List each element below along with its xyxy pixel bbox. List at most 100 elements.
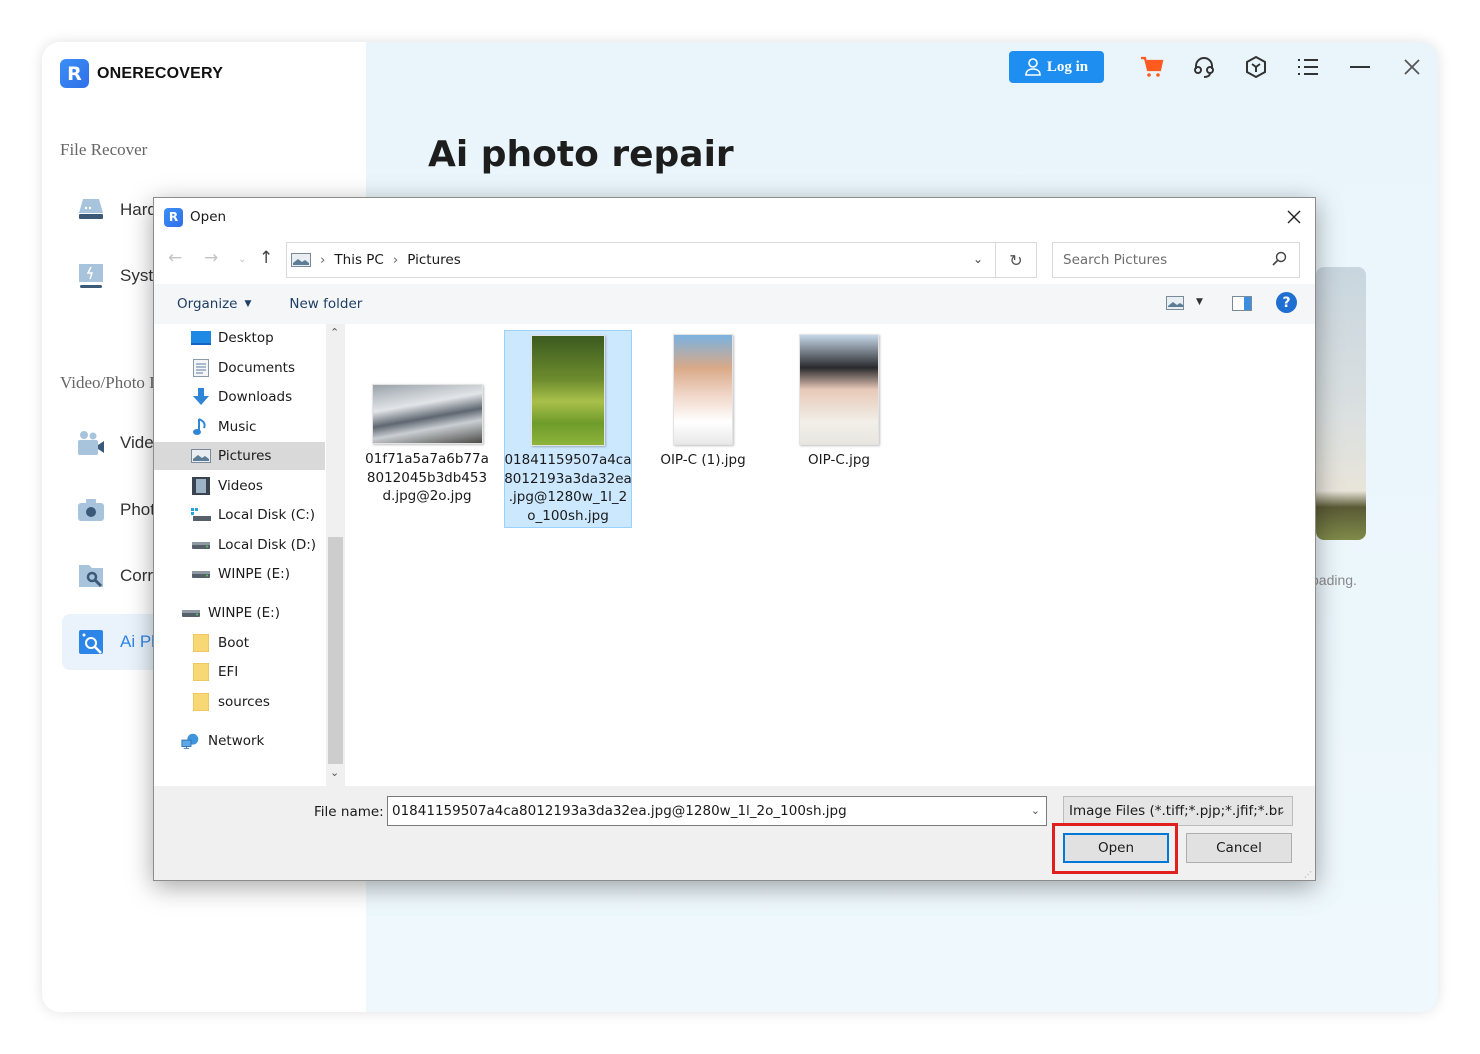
view-dropdown-icon[interactable]: ▼ — [1196, 297, 1203, 307]
tree-item-winpe-e[interactable]: WINPE (E:) — [191, 560, 290, 588]
file-name-label: File name: — [314, 804, 384, 820]
tree-item-desktop[interactable]: Desktop — [191, 324, 274, 352]
login-button[interactable]: Log in — [1009, 51, 1104, 83]
resize-grip-icon[interactable]: ⋰ — [1304, 870, 1312, 879]
navigation-tree: Desktop Documents Downloads Music Pictures Vi… — [154, 324, 345, 786]
close-icon[interactable] — [1386, 50, 1438, 84]
tree-item-local-disk-d[interactable]: Local Disk (D:) — [191, 531, 316, 559]
refresh-button[interactable]: ↻ — [996, 242, 1037, 278]
file-name-line: o_100sh.jpg — [527, 507, 609, 524]
minimize-icon[interactable] — [1334, 50, 1386, 84]
close-icon — [1287, 210, 1301, 224]
tree-item-documents[interactable]: Documents — [191, 354, 295, 382]
tree-scrollbar[interactable]: ⌃ ⌄ — [326, 324, 345, 786]
file-item-selected[interactable]: 01841159507a4ca 8012193a3da32ea .jpg@128… — [504, 330, 632, 528]
drive-icon — [191, 569, 211, 579]
back-arrow-icon[interactable]: ← — [168, 248, 182, 268]
cart-icon[interactable] — [1126, 50, 1178, 84]
file-name: 01841159507a4ca 8012193a3da32ea .jpg@128… — [504, 451, 632, 525]
file-list: 01f71a5a7a6b77a 8012045b3db453 d.jpg@2o.… — [345, 324, 1315, 786]
pictures-icon — [191, 449, 211, 463]
change-view-button[interactable] — [1166, 296, 1184, 314]
drive-icon — [181, 608, 201, 618]
file-type-dropdown-icon: ⌄ — [1276, 804, 1286, 817]
preview-pane-button[interactable] — [1232, 296, 1252, 315]
sidebar-item-label: Syst — [120, 266, 154, 285]
file-item[interactable]: OIP-C.jpg — [775, 334, 903, 470]
tree-item-label: sources — [218, 694, 270, 710]
view-icon — [1166, 296, 1184, 310]
address-dropdown-icon[interactable]: ⌄ — [973, 252, 983, 266]
scrollbar-thumb[interactable] — [328, 537, 343, 764]
user-icon — [1025, 58, 1041, 76]
file-name: 01f71a5a7a6b77a 8012045b3db453 d.jpg@2o.… — [365, 450, 489, 506]
file-thumbnail — [371, 384, 483, 444]
dropdown-arrow-icon: ▼ — [244, 299, 252, 309]
scroll-up-icon[interactable]: ⌃ — [330, 326, 339, 339]
file-thumbnail — [799, 334, 879, 445]
dialog-title: Open — [190, 209, 227, 225]
tree-item-label: Videos — [218, 478, 263, 494]
drive-icon — [191, 540, 211, 550]
up-arrow-icon[interactable]: ↑ — [259, 248, 273, 268]
file-type-select[interactable]: Image Files (*.tiff;*.pjp;*.jfif;*.br ⌄ — [1063, 796, 1293, 826]
search-input[interactable]: Search Pictures — [1052, 242, 1300, 278]
tree-item-local-disk-c[interactable]: Local Disk (C:) — [191, 501, 315, 529]
new-folder-button[interactable]: New folder — [289, 296, 362, 312]
cancel-button[interactable]: Cancel — [1186, 833, 1292, 863]
file-name-dropdown-icon[interactable]: ⌄ — [1031, 804, 1040, 817]
help-icon[interactable]: ? — [1276, 292, 1297, 313]
address-bar[interactable]: › This PC › Pictures ⌄ — [286, 242, 996, 278]
refresh-icon: ↻ — [1009, 250, 1023, 270]
file-name: OIP-C (1).jpg — [660, 452, 746, 468]
system-icon — [76, 261, 106, 291]
highlight-annotation — [1052, 823, 1178, 874]
breadcrumb-separator: › — [320, 252, 326, 268]
command-bar: Organize ▼ New folder ▼ ? — [154, 284, 1315, 324]
tree-item-pictures[interactable]: Pictures — [154, 442, 325, 470]
file-type-value: Image Files (*.tiff;*.pjp;*.jfif;*.br — [1069, 803, 1283, 819]
headset-icon[interactable] — [1178, 50, 1230, 84]
tree-item-label: Local Disk (C:) — [218, 507, 316, 523]
file-name-input[interactable]: 01841159507a4ca8012193a3da32ea.jpg@1280w… — [387, 796, 1047, 826]
network-icon — [181, 732, 201, 750]
file-name-line: 01841159507a4ca — [504, 452, 632, 468]
tree-item-label: Local Disk (D:) — [218, 537, 317, 553]
camera-icon — [76, 495, 106, 525]
file-item[interactable]: OIP-C (1).jpg — [639, 334, 767, 470]
open-file-dialog: R Open ← → ⌄ ↑ › This PC › Pictures ⌄ ↻ … — [153, 197, 1316, 881]
sidebar-item-label: Hard — [120, 200, 157, 219]
dialog-close-button[interactable] — [1283, 206, 1305, 228]
file-item[interactable]: 01f71a5a7a6b77a 8012045b3db453 d.jpg@2o.… — [363, 384, 491, 506]
tree-item-winpe-e[interactable]: WINPE (E:) — [181, 599, 280, 627]
tree-item-videos[interactable]: Videos — [191, 472, 263, 500]
scroll-down-icon[interactable]: ⌄ — [330, 766, 339, 779]
tree-item-label: Downloads — [218, 389, 293, 405]
dialog-footer: File name: 01841159507a4ca8012193a3da32e… — [154, 786, 1315, 880]
cube-icon[interactable] — [1230, 50, 1282, 84]
preview-pane-icon — [1232, 296, 1252, 311]
background-preview-image — [1316, 267, 1366, 540]
menu-icon[interactable] — [1282, 50, 1334, 84]
file-name-line: .jpg@1280w_1l_2 — [508, 489, 628, 505]
breadcrumb-this-pc[interactable]: This PC — [334, 252, 383, 268]
page-title: Ai photo repair — [428, 134, 734, 175]
breadcrumb-pictures[interactable]: Pictures — [407, 252, 460, 268]
hard-drive-icon — [76, 195, 106, 225]
section-video-photo: Video/Photo I — [60, 373, 155, 392]
tree-item-downloads[interactable]: Downloads — [191, 383, 292, 411]
tree-item-boot[interactable]: Boot — [191, 629, 249, 657]
organize-button[interactable]: Organize ▼ — [177, 296, 251, 312]
search-placeholder: Search Pictures — [1063, 252, 1168, 268]
video-camera-icon — [76, 428, 106, 458]
recent-dropdown-icon[interactable]: ⌄ — [238, 254, 246, 265]
tree-item-efi[interactable]: EFI — [191, 658, 238, 686]
forward-arrow-icon[interactable]: → — [204, 248, 218, 268]
documents-icon — [191, 359, 211, 377]
search-icon — [1272, 251, 1287, 266]
loading-text: oading. — [1311, 572, 1357, 588]
tree-item-sources[interactable]: sources — [191, 688, 270, 716]
downloads-icon — [191, 388, 211, 406]
tree-item-network[interactable]: Network — [181, 727, 264, 755]
tree-item-music[interactable]: Music — [191, 413, 256, 441]
